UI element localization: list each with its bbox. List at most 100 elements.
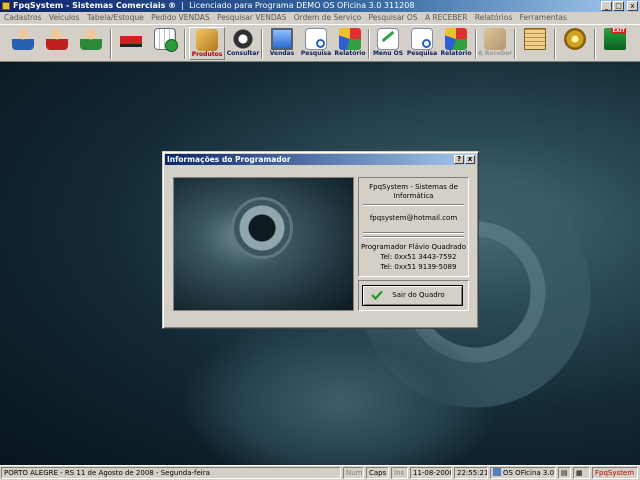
toolbar-money-button[interactable] [560,27,590,60]
monitor-icon [271,28,293,50]
produtos-label: Produtos [191,51,223,58]
status-location-date: PORTO ALEGRE - RS 11 de Agosto de 2008 -… [1,467,341,479]
dialog-close-button[interactable]: x [465,155,475,164]
status-ins: Ins [391,467,408,479]
exit-badge: EXIT [611,28,626,34]
dialog-title: Informações do Programador [167,155,291,164]
clipboard-pencil-icon [377,28,399,50]
pesquisa-os-label: Pesquisa [406,50,438,57]
person-blue-icon [12,28,34,50]
sair-do-quadro-button[interactable]: Sair do Quadro [362,285,463,306]
status-version-label: OS OFicina 3.0 [503,469,555,477]
toolbar-employee-button[interactable] [76,27,106,60]
a-receber-label: A Receber [478,50,513,57]
relatorio-vendas-label: Relatório [334,50,366,57]
pesquisa-vendas-label: Pesquisa [300,50,332,57]
app-title: FpqSystem - Sistemas Comerciais ® [13,1,177,10]
dialog-title-bar: Informações do Programador ? x [165,154,476,165]
toolbar-separator [475,29,477,59]
toolbar: Produtos Consultar Vendas Pesquisa Relat… [0,24,640,62]
company-name: FpqSystem - Sistemas de Informática [369,183,458,200]
calculator-icon [524,28,546,50]
report-chart-icon [339,28,361,50]
window-controls: _ □ x [601,1,638,11]
toolbar-menu-os-button[interactable]: Menu OS [371,27,405,60]
toolbar-produtos-button[interactable]: Produtos [189,27,225,60]
status-time: 22:55:21 [454,467,488,479]
toolbar-separator [184,29,186,59]
toolbar-separator [368,29,370,59]
minimize-button[interactable]: _ [601,1,612,11]
toolbar-separator [261,29,263,59]
programmer-info-dialog: Informações do Programador ? x FpqSystem… [162,151,479,329]
status-num: Num [343,467,364,479]
version-icon [493,468,501,476]
checkmark-icon [371,290,383,300]
receivables-icon [484,28,506,50]
app-icon [2,2,10,10]
toolbar-exit-button[interactable]: EXIT [600,27,630,60]
toolbar-a-receber-button[interactable]: A Receber [478,27,512,60]
status-bar: PORTO ALEGRE - RS 11 de Agosto de 2008 -… [0,465,640,480]
menu-os-label: Menu OS [372,50,404,57]
search-document-icon [305,28,327,50]
toolbar-separator [594,29,596,59]
menu-pesquisar-os[interactable]: Pesquisar OS [369,13,418,22]
consultar-label: Consultar [226,50,260,57]
contact-email: fpqsystem@hotmail.com [369,214,458,222]
toolbar-separator [554,29,556,59]
toolbar-relatorio-os-button[interactable]: Relatório [439,27,473,60]
menu-ordem-servico[interactable]: Ordem de Serviço [294,13,361,22]
car-icon [120,28,142,50]
exit-door-icon: EXIT [604,28,626,50]
toolbar-pesquisa-vendas-button[interactable]: Pesquisa [299,27,333,60]
phone-2: Tel: 0xx51 9139-5089 [380,263,457,271]
info-separator [363,232,464,234]
toolbar-separator [514,29,516,59]
boxes-icon [196,29,218,51]
status-caps: Caps [366,467,389,479]
toolbar-pesquisa-os-button[interactable]: Pesquisa [405,27,439,60]
relatorio-os-label: Relatório [440,50,472,57]
menu-pesquisar-vendas[interactable]: Pesquisar VENDAS [217,13,286,22]
info-separator [363,204,464,206]
maximize-button[interactable]: □ [613,1,624,11]
menu-bar: Cadastros Veículos Tabela/Estoque Pedido… [0,12,640,24]
vendas-label: Vendas [269,50,295,57]
gear-image [234,200,290,256]
phone-1: Tel: 0xx51 3443-7592 [380,253,457,261]
programmer-info-panel: FpqSystem - Sistemas de Informática fpqs… [358,177,469,277]
status-brand: FpqSystem [592,467,638,479]
status-tray-icon: ▦ [573,467,590,479]
toolbar-vehicles-button[interactable] [116,27,146,60]
toolbar-consultar-button[interactable]: Consultar [225,27,261,60]
programmer-name: Programador Flávio Quadrado [360,243,467,251]
menu-pedido-vendas[interactable]: Pedido VENDAS [151,13,209,22]
menu-cadastros[interactable]: Cadastros [4,13,41,22]
coins-icon [564,28,586,50]
person-green-icon [80,28,102,50]
status-version: OS OFicina 3.0 [490,467,556,479]
exit-button-frame: Sair do Quadro [358,280,469,311]
info-separator [363,236,464,238]
close-button[interactable]: x [627,1,638,11]
person-red-icon [46,28,68,50]
menu-veiculos[interactable]: Veículos [49,13,80,22]
status-date: 11-08-2008 [410,467,452,479]
status-printer-icon: ▤ [558,467,571,479]
toolbar-relatorio-vendas-button[interactable]: Relatório [333,27,367,60]
dialog-help-button[interactable]: ? [454,155,464,164]
toolbar-calculator-button[interactable] [520,27,550,60]
menu-a-receber[interactable]: A RECEBER [425,13,468,22]
toolbar-client-button[interactable] [8,27,38,60]
menu-tabela-estoque[interactable]: Tabela/Estoque [87,13,144,22]
tire-icon [232,28,254,50]
report-chart-icon [445,28,467,50]
toolbar-schedule-button[interactable] [150,27,180,60]
app-title-bar: FpqSystem - Sistemas Comerciais ® | Lice… [0,0,640,12]
menu-ferramentas[interactable]: Ferramentas [520,13,567,22]
toolbar-vendas-button[interactable]: Vendas [265,27,299,60]
toolbar-user-button[interactable] [42,27,72,60]
menu-relatorios[interactable]: Relatórios [475,13,512,22]
sair-do-quadro-label: Sair do Quadro [392,291,445,299]
